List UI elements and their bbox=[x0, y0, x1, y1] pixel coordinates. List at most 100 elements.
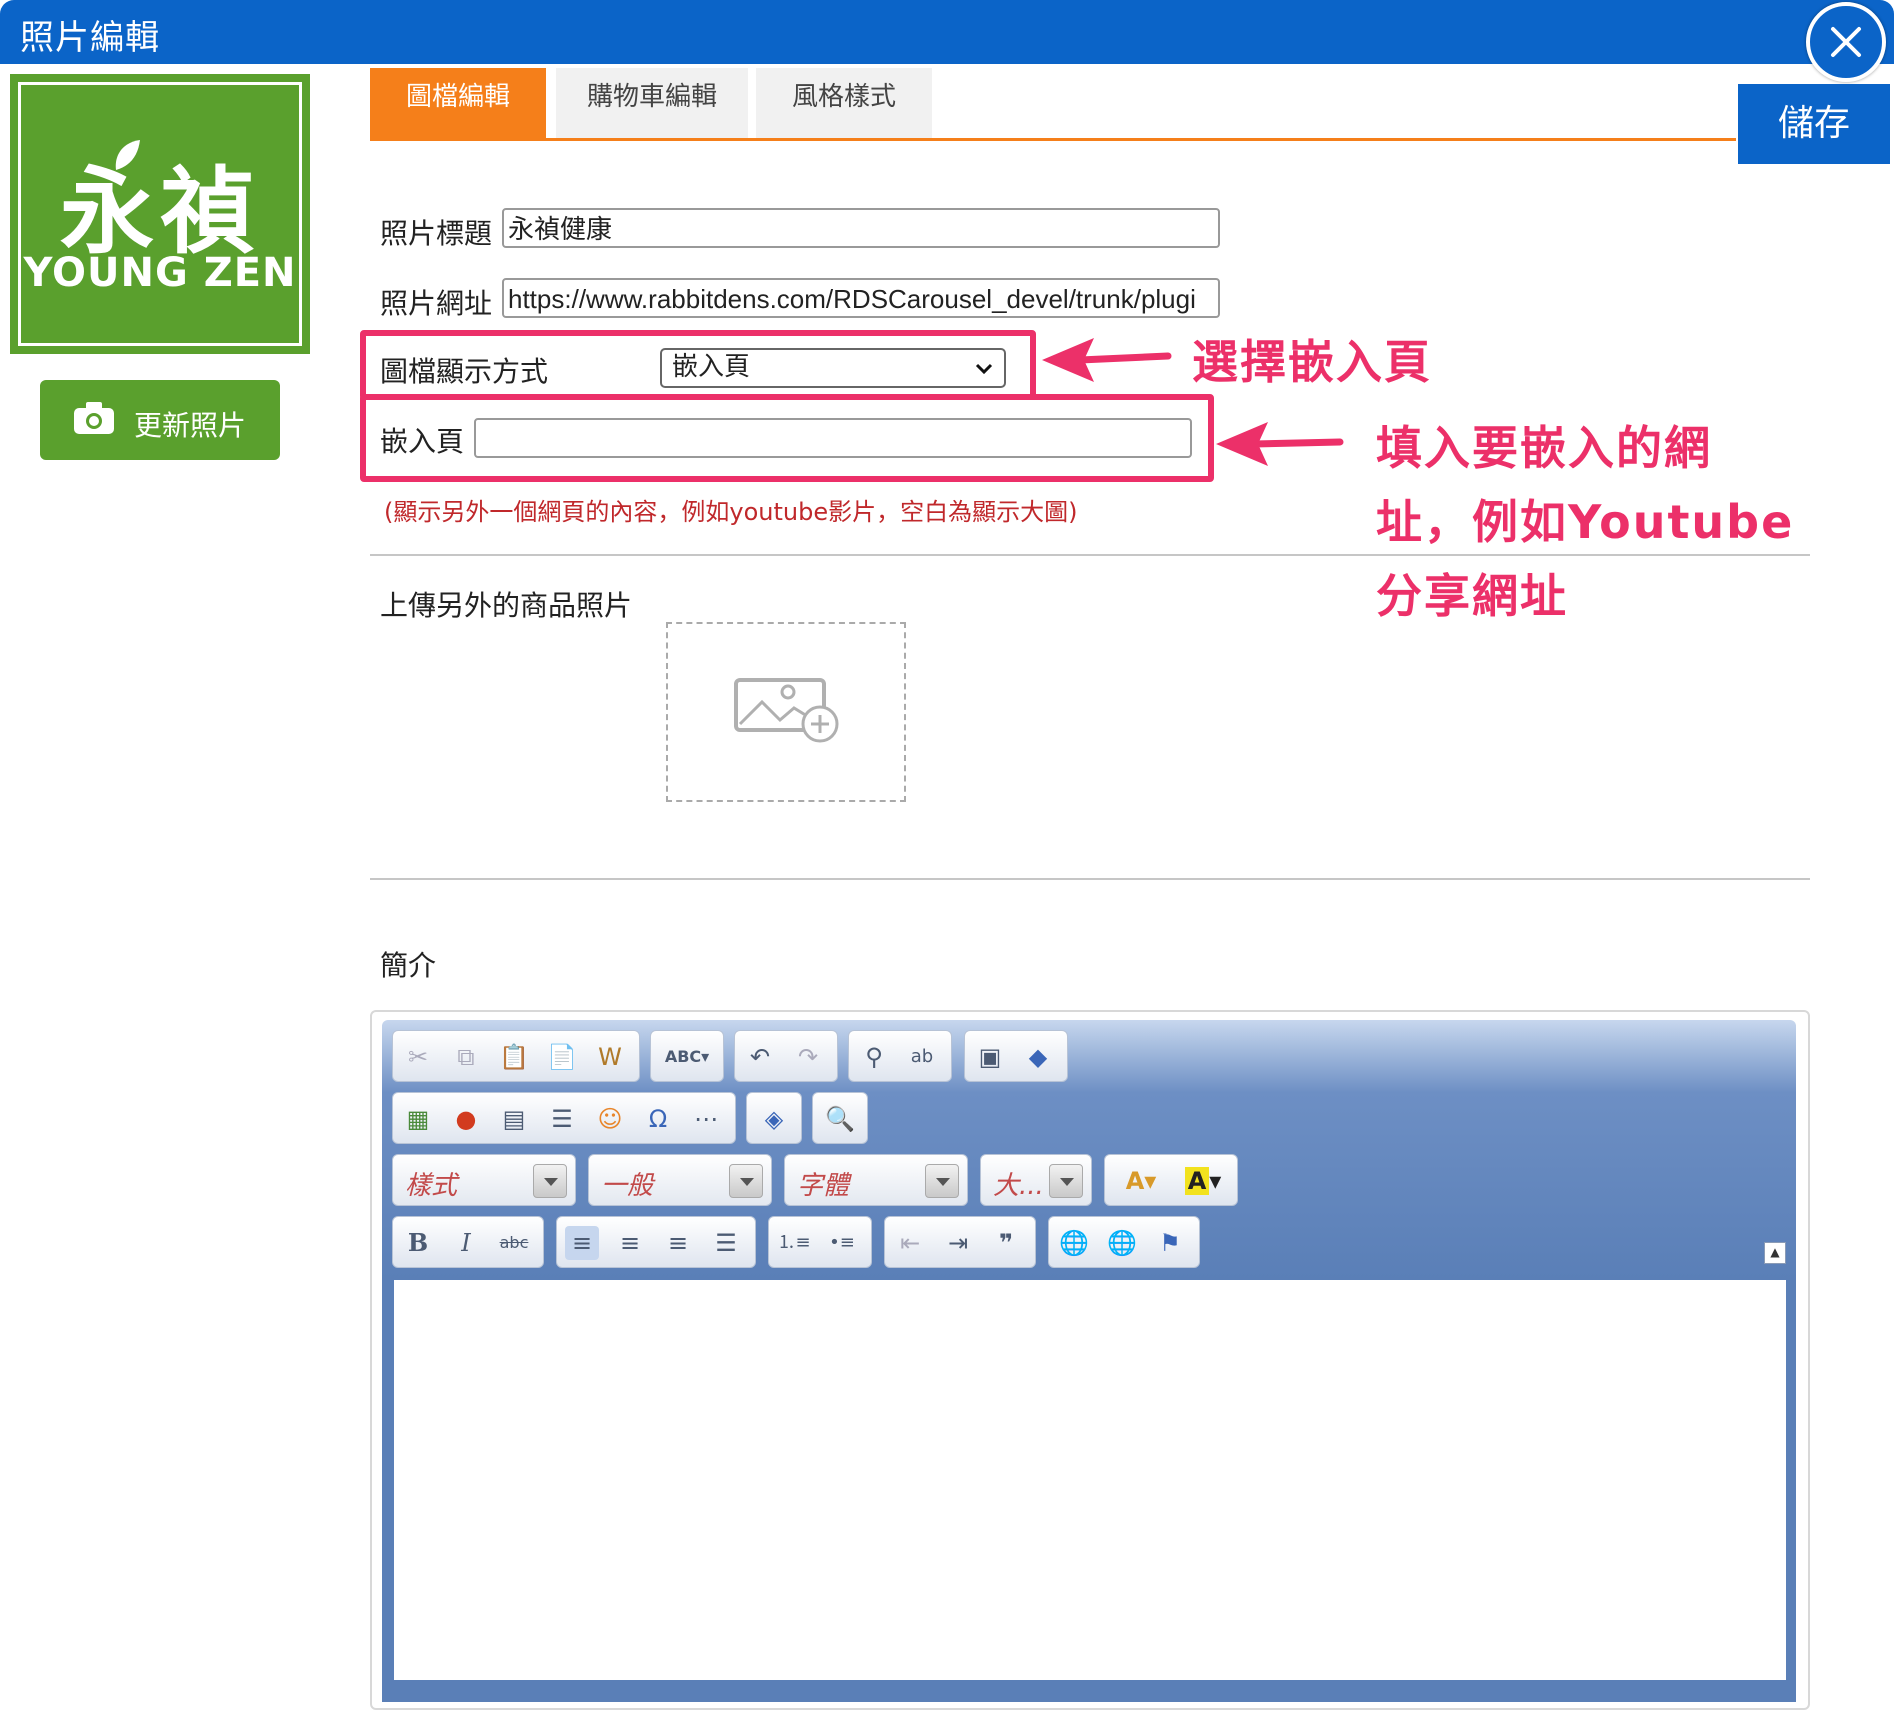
anchor-icon[interactable]: ⚑ bbox=[1153, 1226, 1187, 1260]
close-button[interactable] bbox=[1806, 2, 1886, 82]
replace-icon[interactable]: ab bbox=[905, 1040, 939, 1074]
annotation-arrow-icon bbox=[1042, 338, 1172, 382]
title-bar: 照片編輯 bbox=[0, 0, 1894, 64]
copy-icon[interactable]: ⧉ bbox=[449, 1040, 483, 1074]
annotation-fill-url-line3: 分享網址 bbox=[1376, 569, 1568, 623]
outdent-icon[interactable]: ⇤ bbox=[893, 1226, 927, 1260]
preview-icon[interactable]: 🔍 bbox=[823, 1102, 857, 1136]
paste-icon[interactable]: 📋 bbox=[497, 1040, 531, 1074]
tab-style[interactable]: 風格樣式 bbox=[756, 68, 932, 140]
align-center-icon[interactable]: ≡ bbox=[613, 1226, 647, 1260]
upload-extra-photo-label: 上傳另外的商品照片 bbox=[380, 589, 633, 622]
product-logo: 永禎 YOUNG ZEN bbox=[10, 74, 310, 354]
collapse-toolbar-button[interactable]: ▲ bbox=[1764, 1242, 1786, 1264]
tab-cart-edit[interactable]: 購物車編輯 bbox=[556, 68, 748, 140]
photo-url-label: 照片網址 bbox=[380, 287, 493, 320]
display-mode-select[interactable]: 嵌入頁 bbox=[660, 348, 1006, 388]
size-combo[interactable]: 大... bbox=[980, 1154, 1092, 1206]
select-group: ▣ ◆ bbox=[964, 1030, 1068, 1082]
maximize-group: ◈ bbox=[746, 1092, 802, 1144]
embed-page-input[interactable] bbox=[474, 418, 1192, 458]
annotation-fill-url-line1: 填入要嵌入的網 bbox=[1376, 421, 1712, 475]
strikethrough-icon[interactable]: abc bbox=[497, 1226, 531, 1260]
align-group: ≡ ≡ ≡ ☰ bbox=[556, 1216, 756, 1268]
photo-title-label: 照片標題 bbox=[380, 217, 493, 250]
close-icon bbox=[1831, 27, 1861, 57]
font-combo[interactable]: 字體 bbox=[784, 1154, 968, 1206]
window-title: 照片編輯 bbox=[20, 18, 160, 58]
remove-format-icon[interactable]: ◆ bbox=[1021, 1040, 1055, 1074]
page-break-icon[interactable]: ⋯ bbox=[689, 1102, 723, 1136]
text-color-icon[interactable]: A▾ bbox=[1113, 1164, 1169, 1198]
editor-content-area[interactable] bbox=[394, 1280, 1786, 1680]
photo-url-input[interactable]: https://www.rabbitdens.com/RDSCarousel_d… bbox=[502, 278, 1220, 318]
align-left-icon[interactable]: ≡ bbox=[565, 1226, 599, 1260]
justify-icon[interactable]: ☰ bbox=[709, 1226, 743, 1260]
horizontal-rule-icon[interactable]: ☰ bbox=[545, 1102, 579, 1136]
chevron-down-icon bbox=[1049, 1164, 1083, 1198]
unlink-icon[interactable]: 🌐 bbox=[1105, 1226, 1139, 1260]
update-photo-button[interactable]: 更新照片 bbox=[40, 380, 280, 460]
spellcheck-group: ABC▾ bbox=[650, 1030, 724, 1082]
intro-label: 簡介 bbox=[380, 949, 437, 982]
annotation-select-embed: 選擇嵌入頁 bbox=[1192, 335, 1432, 389]
logo-english-text: YOUNG ZEN bbox=[23, 250, 297, 296]
update-photo-label: 更新照片 bbox=[134, 409, 247, 442]
list-group: ⒈≡ •≡ bbox=[768, 1216, 872, 1268]
special-char-icon[interactable]: Ω bbox=[641, 1102, 675, 1136]
table-icon[interactable]: ▤ bbox=[497, 1102, 531, 1136]
spellcheck-icon[interactable]: ABC▾ bbox=[659, 1040, 715, 1074]
editor-toolbar: ✂ ⧉ 📋 📄 W ABC▾ ↶ ↷ ⚲ ab ▣ ◆ ▦ ● ▤ ☰ ☺ Ω … bbox=[382, 1020, 1796, 1280]
embed-hint-text: (顯示另外一個網頁的內容，例如youtube影片，空白為顯示大圖) bbox=[384, 498, 1078, 526]
preview-group: 🔍 bbox=[812, 1092, 868, 1144]
flash-icon[interactable]: ● bbox=[449, 1102, 483, 1136]
tab-underline bbox=[370, 138, 1736, 141]
color-group: A▾ A ▾ bbox=[1104, 1154, 1238, 1206]
annotation-arrow-icon bbox=[1216, 422, 1344, 466]
bold-icon[interactable]: B bbox=[401, 1226, 435, 1260]
smiley-icon[interactable]: ☺ bbox=[593, 1102, 627, 1136]
indent-group: ⇤ ⇥ ❞ bbox=[884, 1216, 1036, 1268]
cut-icon[interactable]: ✂ bbox=[401, 1040, 435, 1074]
style-combo[interactable]: 樣式 bbox=[392, 1154, 576, 1206]
size-combo-label: 大... bbox=[993, 1171, 1044, 1201]
find-group: ⚲ ab bbox=[848, 1030, 952, 1082]
save-button[interactable]: 儲存 bbox=[1738, 84, 1890, 164]
display-mode-value: 嵌入頁 bbox=[672, 352, 751, 382]
basic-style-group: B I abc bbox=[392, 1216, 544, 1268]
undo-icon[interactable]: ↶ bbox=[743, 1040, 777, 1074]
link-group: 🌐 🌐 ⚑ bbox=[1048, 1216, 1200, 1268]
paste-word-icon[interactable]: W bbox=[593, 1040, 627, 1074]
clipboard-group: ✂ ⧉ 📋 📄 W bbox=[392, 1030, 640, 1082]
select-all-icon[interactable]: ▣ bbox=[973, 1040, 1007, 1074]
photo-title-input[interactable]: 永禎健康 bbox=[502, 208, 1220, 248]
insert-group: ▦ ● ▤ ☰ ☺ Ω ⋯ bbox=[392, 1092, 736, 1144]
image-icon[interactable]: ▦ bbox=[401, 1102, 435, 1136]
divider bbox=[370, 878, 1810, 880]
upload-dropzone[interactable] bbox=[666, 622, 906, 802]
format-combo[interactable]: 一般 bbox=[588, 1154, 772, 1206]
embed-page-label: 嵌入頁 bbox=[380, 425, 465, 458]
chevron-down-icon bbox=[533, 1164, 567, 1198]
undo-group: ↶ ↷ bbox=[734, 1030, 838, 1082]
style-combo-label: 樣式 bbox=[405, 1171, 458, 1201]
align-right-icon[interactable]: ≡ bbox=[661, 1226, 695, 1260]
numbered-list-icon[interactable]: ⒈≡ bbox=[777, 1226, 811, 1260]
background-color-icon[interactable]: A ▾ bbox=[1175, 1164, 1231, 1198]
italic-icon[interactable]: I bbox=[449, 1226, 483, 1260]
display-mode-label: 圖檔顯示方式 bbox=[380, 355, 549, 388]
maximize-icon[interactable]: ◈ bbox=[757, 1102, 791, 1136]
blockquote-icon[interactable]: ❞ bbox=[989, 1226, 1023, 1260]
chevron-down-icon bbox=[729, 1164, 763, 1198]
find-icon[interactable]: ⚲ bbox=[857, 1040, 891, 1074]
camera-icon bbox=[74, 402, 114, 434]
indent-icon[interactable]: ⇥ bbox=[941, 1226, 975, 1260]
chevron-down-icon bbox=[975, 363, 993, 375]
link-icon[interactable]: 🌐 bbox=[1057, 1226, 1091, 1260]
redo-icon[interactable]: ↷ bbox=[791, 1040, 825, 1074]
tab-image-edit[interactable]: 圖檔編輯 bbox=[370, 68, 546, 140]
paste-text-icon[interactable]: 📄 bbox=[545, 1040, 579, 1074]
format-combo-label: 一般 bbox=[601, 1171, 654, 1201]
annotation-fill-url-line2: 址，例如Youtube bbox=[1376, 495, 1795, 549]
bulleted-list-icon[interactable]: •≡ bbox=[825, 1226, 859, 1260]
